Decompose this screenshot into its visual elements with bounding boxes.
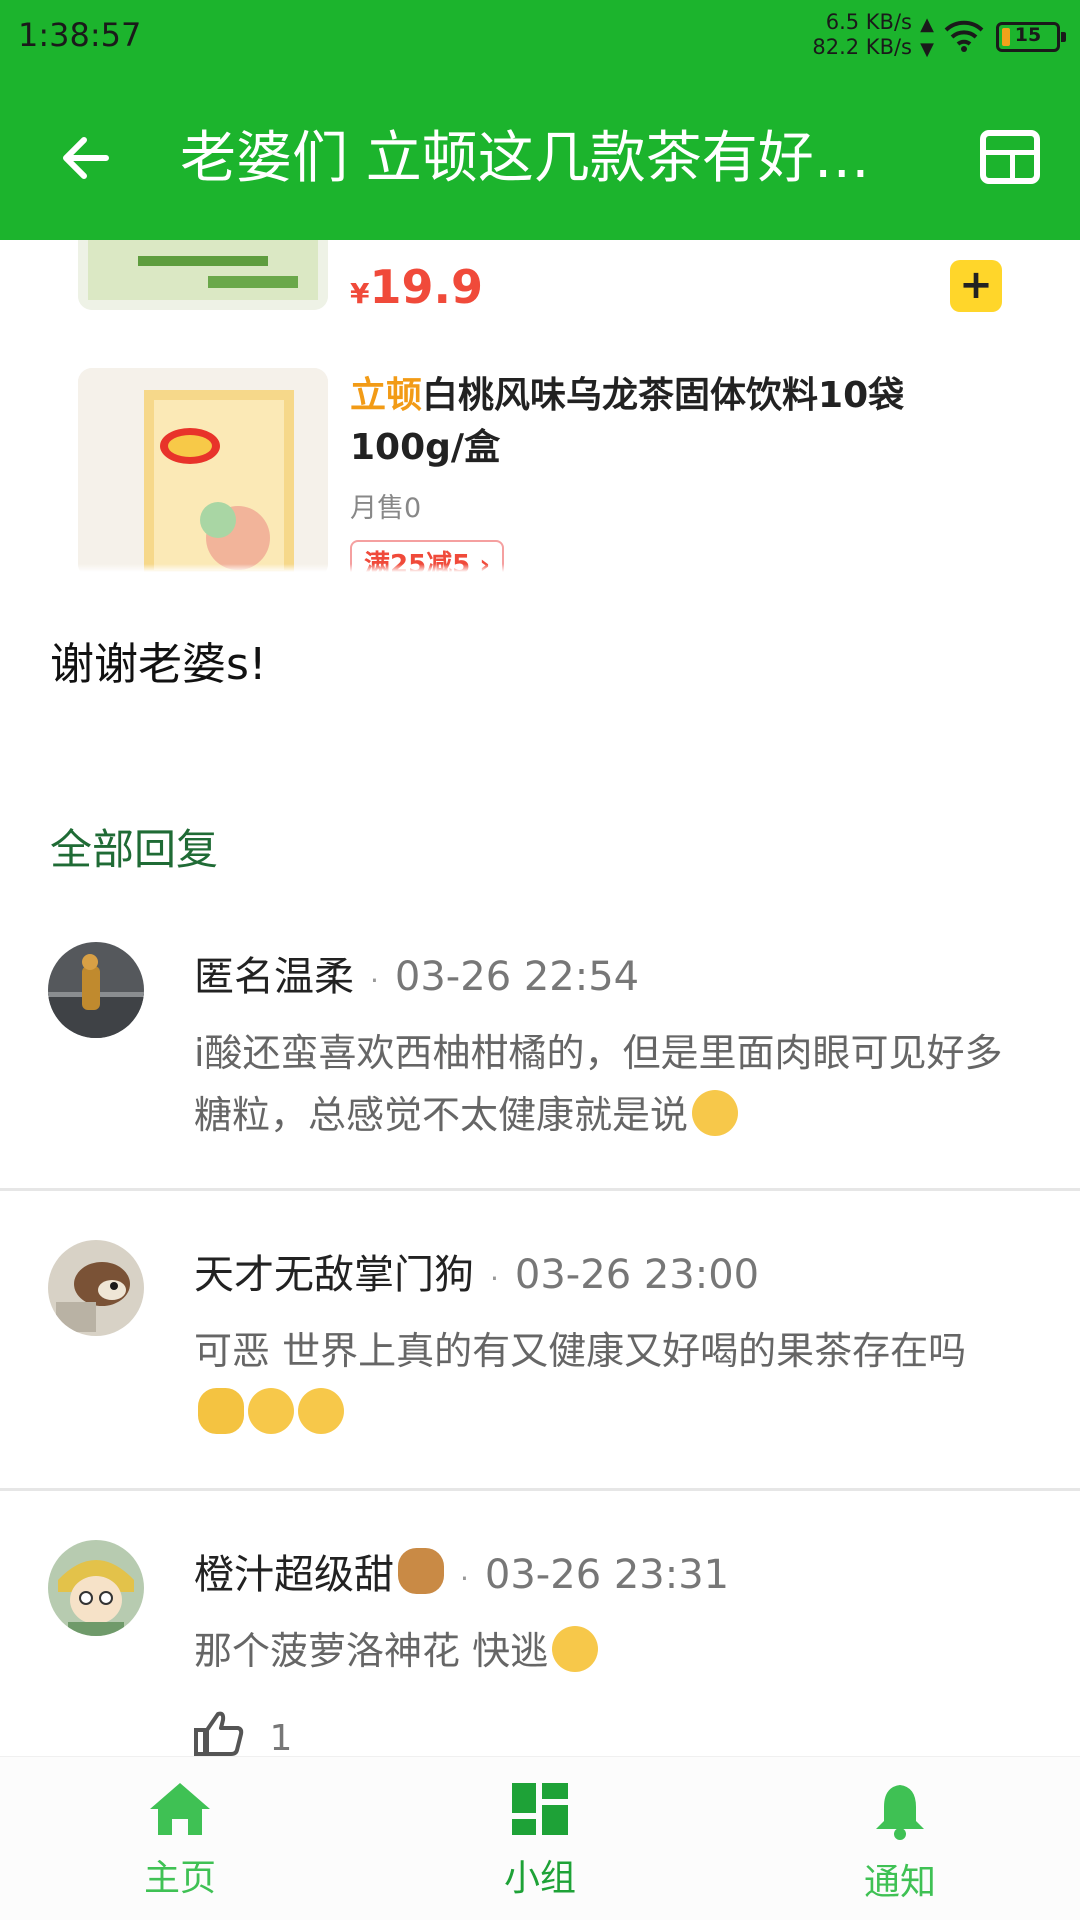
teddy-bear-emoji <box>398 1548 444 1594</box>
bell-icon <box>872 1785 928 1845</box>
nav-notifications-label: 通知 <box>863 1862 936 1903</box>
price-currency: ¥ <box>350 277 370 310</box>
product-image[interactable] <box>78 368 328 572</box>
layout-toggle-icon[interactable] <box>980 130 1040 184</box>
product-price: ¥19.9 <box>350 260 483 314</box>
avatar[interactable] <box>48 1540 144 1636</box>
nav-notifications[interactable]: 通知 <box>800 1781 1000 1905</box>
all-replies-heading: 全部回复 <box>50 825 219 874</box>
nav-group[interactable]: 小组 <box>440 1781 640 1901</box>
bottom-navigation: 主页 小组 通知 <box>0 1756 1080 1920</box>
transfer-arrows-icon: ▲ ▼ <box>920 14 934 60</box>
reply-username[interactable]: 天才无敌掌门狗 <box>194 1252 474 1298</box>
reply-username[interactable]: 橙汁超级甜 <box>194 1552 394 1598</box>
fist-emoji <box>198 1388 244 1434</box>
nav-group-label: 小组 <box>503 1858 576 1899</box>
post-body: 谢谢老婆s! <box>50 639 267 690</box>
home-icon <box>148 1783 212 1841</box>
product-image[interactable] <box>78 240 328 310</box>
product-sales: 月售0 <box>350 493 422 524</box>
app-bar: 老婆们 立顿这几款茶有好… <box>0 80 1080 240</box>
upload-speed: 6.5 KB/s <box>825 10 912 34</box>
product-title: 白桃风味乌龙茶固体饮料10袋100g/盒 <box>350 375 905 468</box>
nav-home[interactable]: 主页 <box>80 1781 280 1901</box>
product-brand: 立顿 <box>350 375 423 416</box>
divider <box>0 1488 1080 1491</box>
like-count: 1 <box>269 1718 293 1759</box>
nav-home-label: 主页 <box>143 1858 216 1899</box>
back-arrow-icon[interactable] <box>56 128 116 188</box>
reply-meta: 橙汁超级甜 · 03-26 23:31 <box>194 1542 729 1600</box>
divider <box>0 1188 1080 1191</box>
page-title: 老婆们 立顿这几款茶有好… <box>180 126 870 191</box>
group-grid-icon <box>510 1783 570 1841</box>
loudly-crying-emoji <box>298 1388 344 1434</box>
reply-content: 可恶 世界上真的有又健康又好喝的果茶存在吗 <box>194 1320 1014 1444</box>
add-to-cart-button[interactable]: + <box>950 260 1002 312</box>
embedded-products: ¥19.9 + 立顿白桃风味乌龙茶固体饮料10袋100g/盒 月售0 满25减5… <box>0 240 1080 572</box>
status-time: 1:38:57 <box>18 16 142 54</box>
product-name[interactable]: 立顿白桃风味乌龙茶固体饮料10袋100g/盒 <box>350 370 950 474</box>
reply-date: 03-26 22:54 <box>394 954 640 1000</box>
crying-face-emoji <box>692 1090 739 1136</box>
battery-level: 15 <box>1014 24 1042 46</box>
reply-meta: 匿名温柔 · 03-26 22:54 <box>194 954 640 1000</box>
avatar[interactable] <box>48 1240 144 1336</box>
reply-date: 03-26 23:31 <box>484 1552 730 1598</box>
crying-face-emoji <box>552 1626 599 1672</box>
status-bar: 1:38:57 6.5 KB/s 82.2 KB/s ▲ ▼ 15 <box>0 0 1080 80</box>
network-speed: 6.5 KB/s 82.2 KB/s <box>812 10 912 60</box>
loudly-crying-emoji <box>248 1388 294 1434</box>
wifi-icon <box>944 18 984 56</box>
battery-icon: 15 <box>996 22 1066 52</box>
reply-content: i酸还蛮喜欢西柚柑橘的，但是里面肉眼可见好多糖粒，总感觉不太健康就是说 <box>194 1022 1014 1146</box>
price-value: 19.9 <box>369 260 483 314</box>
reply-username[interactable]: 匿名温柔 <box>194 954 354 1000</box>
reply-meta: 天才无敌掌门狗 · 03-26 23:00 <box>194 1252 760 1298</box>
reply-text: 可恶 世界上真的有又健康又好喝的果茶存在吗 <box>194 1329 967 1373</box>
download-speed: 82.2 KB/s <box>812 35 912 59</box>
reply-date: 03-26 23:00 <box>514 1252 760 1298</box>
avatar[interactable] <box>48 942 144 1038</box>
reply-content: 那个菠萝洛神花 快逃 <box>194 1620 1014 1682</box>
reply-text: 那个菠萝洛神花 快逃 <box>194 1629 549 1673</box>
reply-text: i酸还蛮喜欢西柚柑橘的，但是里面肉眼可见好多糖粒，总感觉不太健康就是说 <box>194 1031 1003 1137</box>
